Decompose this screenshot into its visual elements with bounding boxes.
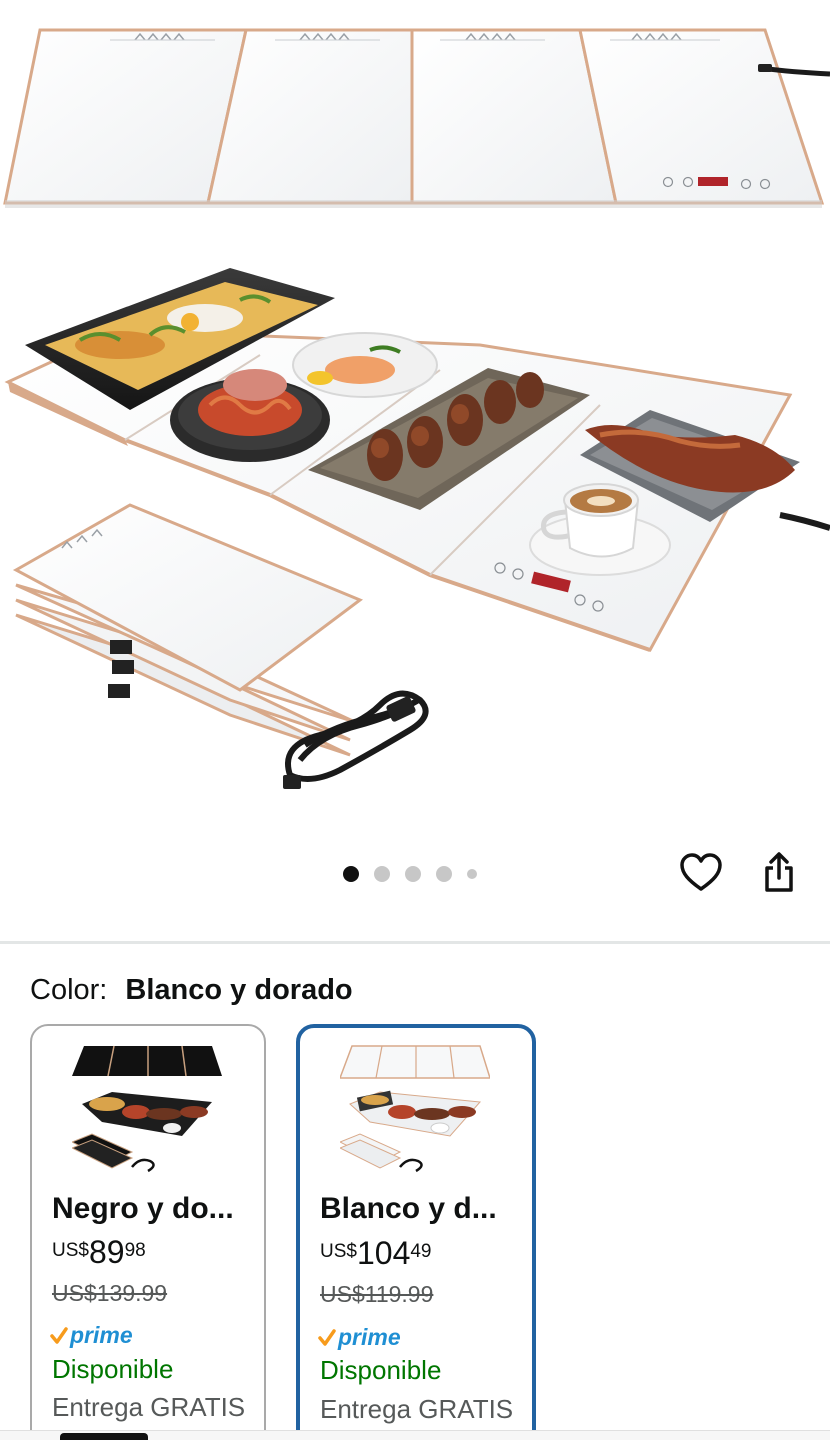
prime-badge: prime	[50, 1322, 133, 1349]
carousel-indicator[interactable]	[343, 864, 477, 884]
add-to-list-button[interactable]	[677, 849, 725, 897]
color-variant-negro[interactable]: Negro y do... US$8998 US$139.99 prime Di…	[30, 1024, 266, 1440]
color-label: Color:	[30, 974, 108, 1006]
color-variant-blanco[interactable]: Blanco y d... US$10449 US$119.99 prime D…	[296, 1024, 536, 1440]
home-indicator	[60, 1433, 148, 1440]
product-image[interactable]	[0, 0, 830, 840]
variant-thumbnail-black	[72, 1045, 222, 1173]
share-button[interactable]	[755, 849, 803, 897]
variant-name: Negro y do...	[52, 1192, 234, 1225]
availability-status: Disponible	[320, 1355, 442, 1385]
delivery-info: Entrega GRATIS	[320, 1394, 514, 1424]
prime-check-icon	[50, 1326, 68, 1344]
carousel-dot-4[interactable]	[436, 866, 452, 882]
list-price: US$119.99	[320, 1281, 434, 1307]
product-photo	[3, 28, 830, 789]
price-currency: US$	[52, 1240, 89, 1261]
price-whole: 104	[356, 1235, 411, 1271]
top-panels	[3, 28, 830, 208]
heart-icon	[680, 853, 722, 891]
carousel-dot-3[interactable]	[405, 866, 421, 882]
carousel-dot-5[interactable]	[467, 869, 477, 879]
variant-thumbnail-white	[340, 1045, 490, 1173]
prime-badge: prime	[318, 1324, 401, 1351]
carousel-dot-1[interactable]	[343, 866, 359, 882]
availability-status: Disponible	[52, 1354, 174, 1384]
variant-price: US$8998	[52, 1234, 146, 1271]
price-fraction: 49	[410, 1241, 432, 1262]
prime-check-icon	[318, 1328, 336, 1346]
price-whole: 89	[88, 1234, 125, 1270]
selected-color-value: Blanco y dorado	[125, 974, 353, 1006]
list-price: US$139.99	[52, 1280, 168, 1306]
price-fraction: 98	[124, 1240, 146, 1261]
share-icon	[765, 852, 793, 892]
prime-label: prime	[70, 1322, 133, 1348]
stacked-panels	[12, 503, 429, 789]
color-selection: Color: Blanco y dorado	[30, 970, 353, 1010]
variant-name: Blanco y d...	[320, 1192, 497, 1225]
carousel-dot-2[interactable]	[374, 866, 390, 882]
prime-label: prime	[338, 1324, 401, 1350]
variant-price: US$10449	[320, 1235, 432, 1272]
price-currency: US$	[320, 1241, 357, 1262]
section-divider	[0, 941, 830, 944]
delivery-info: Entrega GRATIS	[52, 1392, 246, 1422]
